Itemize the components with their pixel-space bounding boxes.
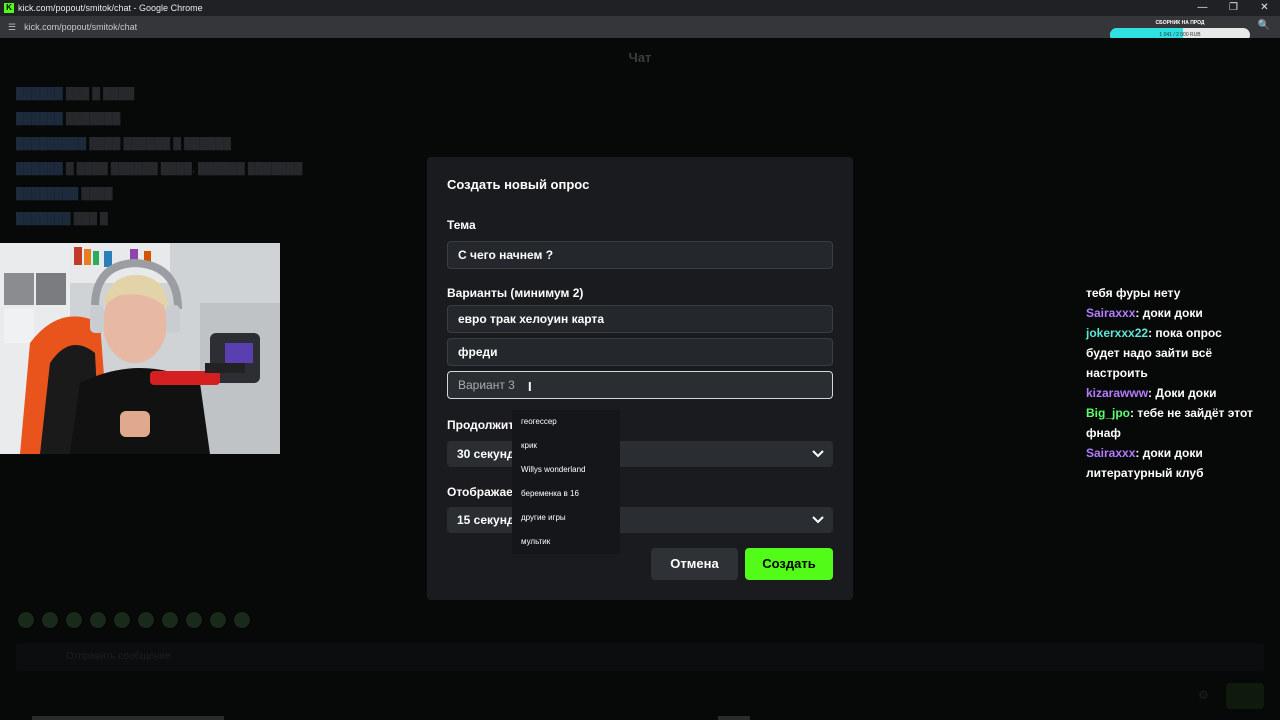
suggestion-item[interactable]: мультик (512, 530, 620, 554)
emote-icon[interactable] (234, 612, 250, 628)
restore-button[interactable]: ❐ (1218, 0, 1249, 16)
overlay-username: Big_jpo (1086, 406, 1130, 420)
create-poll-modal: Создать новый опрос Тема С чего начнем ?… (427, 157, 853, 600)
topic-input[interactable]: С чего начнем ? (447, 241, 833, 269)
emote-icon[interactable] (162, 612, 178, 628)
chat-message-input[interactable]: Отправить сообщение (16, 643, 1264, 671)
url-text[interactable]: kick.com/popout/smitok/chat (24, 22, 137, 32)
minimize-button[interactable]: — (1187, 0, 1218, 16)
address-bar[interactable]: ☰ kick.com/popout/smitok/chat 🔍 (0, 16, 1280, 38)
chat-message: ██████ ███ █ ████ (16, 88, 135, 100)
display-duration-value: 15 секунд (457, 513, 515, 527)
options-label: Варианты (минимум 2) (447, 286, 584, 300)
chevron-down-icon (812, 516, 824, 524)
modal-title: Создать новый опрос (447, 177, 590, 192)
kick-favicon-icon: K (4, 3, 14, 13)
duration-select[interactable]: 30 секунд (447, 441, 833, 467)
suggestion-item[interactable]: другие игры (512, 506, 620, 530)
emote-icon[interactable] (90, 612, 106, 628)
emote-icon[interactable] (18, 612, 34, 628)
topic-label: Тема (447, 218, 476, 232)
emote-icon[interactable] (42, 612, 58, 628)
text-cursor-icon: I (528, 379, 532, 394)
chat-message: ██████ ███████ (16, 113, 121, 125)
option-1-input[interactable]: евро трак хелоуин карта (447, 305, 833, 333)
window-title: kick.com/popout/smitok/chat - Google Chr… (18, 3, 203, 13)
overlay-chat-message: тебя фуры нету (1086, 286, 1181, 300)
option-2-input[interactable]: фреди (447, 338, 833, 366)
overlay-username: Sairaxxx (1086, 306, 1136, 320)
webcam-image (0, 243, 280, 454)
emote-icon[interactable] (210, 612, 226, 628)
overlay-chat-message: Big_jpo: тебе не зайдёт этот фнаф (1086, 406, 1253, 440)
send-chat-button[interactable] (1226, 683, 1264, 709)
suggestion-item[interactable]: геогессер (512, 410, 620, 434)
autocomplete-dropdown: геогессер крик Willys wonderland беремен… (512, 410, 620, 554)
chevron-down-icon (812, 450, 824, 458)
emote-icon[interactable] (114, 612, 130, 628)
horizontal-scrollbar[interactable] (32, 716, 224, 720)
zoom-icon[interactable]: 🔍 (1258, 20, 1270, 31)
display-label: Отображае (447, 485, 513, 499)
chat-title: Чат (628, 50, 652, 65)
option-3-input[interactable]: Вариант 3 (447, 371, 833, 399)
overlay-chat-message: kizarawww: Доки доки (1086, 386, 1217, 400)
overlay-chat-message: jokerxxx22: пока опрос будет надо зайти … (1086, 326, 1222, 380)
display-duration-select[interactable]: 15 секунд (447, 507, 833, 533)
chat-input-placeholder: Отправить сообщение (66, 651, 171, 662)
duration-value: 30 секунд (457, 447, 515, 461)
emote-bar[interactable] (18, 612, 250, 628)
suggestion-item[interactable]: крик (512, 434, 620, 458)
scrollbar-thumb[interactable] (718, 716, 750, 720)
donation-goal-label: СБОРНИК НА ПРОД (1155, 20, 1205, 26)
overlay-chat-message: Sairaxxx: доки доки литературный клуб (1086, 446, 1204, 480)
overlay-username: jokerxxx22 (1086, 326, 1149, 340)
stream-overlay-chat: тебя фуры нету Sairaxxx: доки доки joker… (1086, 283, 1256, 483)
create-button[interactable]: Создать (745, 548, 833, 580)
window-controls: — ❐ ✕ (1187, 0, 1280, 16)
site-settings-icon[interactable]: ☰ (8, 22, 16, 33)
close-window-button[interactable]: ✕ (1249, 0, 1280, 16)
overlay-username: Sairaxxx (1086, 446, 1136, 460)
cancel-button[interactable]: Отмена (651, 548, 738, 580)
overlay-username: kizarawww (1086, 386, 1149, 400)
overlay-chat-message: Sairaxxx: доки доки (1086, 306, 1203, 320)
emote-icon[interactable] (66, 612, 82, 628)
suggestion-item[interactable]: беременка в 16 (512, 482, 620, 506)
emote-icon[interactable] (138, 612, 154, 628)
browser-title-bar: K kick.com/popout/smitok/chat - Google C… (0, 0, 1280, 16)
emote-icon[interactable] (186, 612, 202, 628)
duration-label: Продолжит (447, 418, 515, 432)
suggestion-item[interactable]: Willys wonderland (512, 458, 620, 482)
chat-settings-gear-icon[interactable]: ⚙ (1198, 688, 1209, 702)
webcam-feed (0, 243, 280, 454)
